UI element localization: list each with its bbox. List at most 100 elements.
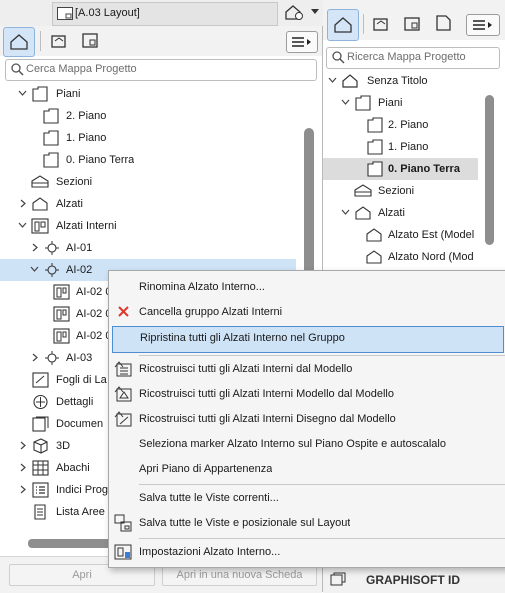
tree-item-dettagli[interactable]: Dettagli	[0, 391, 108, 413]
tree-label: AI-02	[66, 264, 93, 276]
left-project-map-button[interactable]	[3, 27, 35, 57]
tree-label: 0. Piano Terra	[66, 154, 135, 166]
menu-item-label: Rinomina Alzato Interno...	[139, 281, 265, 293]
tree-label: Alzati Interni	[56, 220, 117, 232]
menu-item-label: Ricostruisci tutti gli Alzati Interni da…	[139, 363, 353, 375]
cube-3d-icon	[33, 438, 48, 454]
chevron-down-icon[interactable]	[311, 9, 319, 15]
menu-item-ricostruisci-disegno[interactable]: Ricostruisci tutti gli Alzati Interni Di…	[109, 407, 505, 432]
menu-item-seleziona-marker[interactable]: Seleziona marker Alzato Interno sul Pian…	[109, 432, 505, 457]
tree-item-alzati[interactable]: Alzati	[0, 193, 300, 215]
elevation-icon	[355, 206, 371, 220]
chevron-down-icon	[341, 99, 350, 105]
story-icon	[43, 152, 59, 168]
tree-item-ai-02-c[interactable]: AI-02 0	[0, 325, 108, 347]
tree-item-ai-02-a[interactable]: AI-02 0	[0, 281, 108, 303]
document-icon	[32, 416, 49, 432]
right-search-field[interactable]: Ricerca Mappa Progetto	[326, 47, 500, 69]
right-tree-item-1-piano[interactable]: 1. Piano	[323, 136, 505, 158]
menu-item-salva-viste[interactable]: Salva tutte le Viste correnti...	[109, 486, 505, 511]
story-icon	[367, 161, 383, 177]
tree-label: Documen	[56, 418, 104, 430]
tree-item-sezioni[interactable]: Sezioni	[0, 171, 300, 193]
menu-item-label: Apri Piano di Appartenenza	[139, 463, 273, 475]
right-tree-label: Piani	[378, 97, 403, 109]
right-toolbar-sep	[363, 14, 364, 34]
left-search-placeholder: Cerca Mappa Progetto	[26, 63, 137, 75]
menu-item-ripristina[interactable]: Ripristina tutti gli Alzati Interno nel …	[112, 326, 504, 353]
tree-item-0-piano-terra[interactable]: 0. Piano Terra	[0, 149, 300, 171]
view-map-icon[interactable]	[51, 33, 71, 49]
elevation-marker-icon	[45, 241, 59, 255]
right-search-placeholder: Ricerca Mappa Progetto	[347, 51, 466, 63]
graphisoft-id[interactable]: GRAPHISOFT ID	[366, 573, 460, 587]
view-map-icon[interactable]	[373, 16, 393, 32]
tree-item-ai-03[interactable]: AI-03	[0, 347, 108, 369]
tree-item-piani[interactable]: Piani	[0, 83, 300, 105]
menu-item-impostazioni[interactable]: Impostazioni Alzato Interno...	[109, 540, 505, 565]
right-tree-item-senza-titolo[interactable]: Senza Titolo	[323, 70, 505, 92]
right-tree-label: 0. Piano Terra	[388, 163, 460, 175]
section-icon	[31, 175, 49, 188]
left-hscrollbar-thumb[interactable]	[28, 539, 113, 548]
left-search-field[interactable]: Cerca Mappa Progetto	[5, 59, 317, 81]
window-icon[interactable]	[330, 572, 346, 586]
schedule-icon	[32, 460, 49, 476]
rebuild-model-icon	[114, 386, 132, 402]
right-tree-label: Alzato Est (Model	[388, 229, 475, 241]
tree-item-3d[interactable]: 3D	[0, 435, 108, 457]
menu-item-ricostruisci-modello-dal-modello[interactable]: Ricostruisci tutti gli Alzati Interni Mo…	[109, 382, 505, 407]
search-icon	[11, 63, 24, 76]
tree-label: AI-01	[66, 242, 93, 254]
story-icon	[367, 139, 383, 155]
tree-item-ai-01[interactable]: AI-01	[0, 237, 300, 259]
right-tree-item-0-piano-terra[interactable]: 0. Piano Terra	[323, 158, 478, 180]
tree-item-1-piano[interactable]: 1. Piano	[0, 127, 300, 149]
save-to-layout-icon	[114, 514, 132, 532]
layout-book-icon[interactable]	[82, 32, 102, 50]
tree-item-lista-aree[interactable]: Lista Aree	[0, 501, 108, 523]
navigator-icon[interactable]	[284, 4, 306, 22]
chevron-down-icon	[328, 77, 337, 83]
menu-item-salva-viste-layout[interactable]: Salva tutte le Viste e posizionale sul L…	[109, 511, 505, 536]
right-scrollbar-thumb[interactable]	[485, 95, 494, 245]
tree-item-abachi[interactable]: Abachi	[0, 457, 108, 479]
right-options-button[interactable]	[466, 14, 500, 36]
right-tree-label: Alzato Nord (Mod	[388, 251, 474, 263]
layout-book-icon[interactable]	[404, 16, 424, 32]
menu-item-label: Ricostruisci tutti gli Alzati Interni Mo…	[139, 388, 394, 400]
right-tree-item-2-piano[interactable]: 2. Piano	[323, 114, 505, 136]
layout-tab[interactable]: [A.03 Layout]	[52, 2, 278, 26]
tree-item-fogli-di-lavoro[interactable]: Fogli di La	[0, 369, 108, 391]
tree-item-documenti[interactable]: Documen	[0, 413, 108, 435]
menu-item-ricostruisci-modello[interactable]: Ricostruisci tutti gli Alzati Interni da…	[109, 357, 505, 382]
tree-item-alzati-interni[interactable]: Alzati Interni	[0, 215, 300, 237]
tree-label: Fogli di La	[56, 374, 107, 386]
tree-label: AI-02 0	[76, 330, 108, 342]
right-tree-label: Sezioni	[378, 185, 415, 197]
menu-item-label: Ripristina tutti gli Alzati Interno nel …	[140, 332, 345, 344]
menu-item-cancella-gruppo[interactable]: Cancella gruppo Alzati Interni	[109, 300, 505, 325]
right-tree-item-alzato-est[interactable]: Alzato Est (Model	[323, 224, 479, 246]
tree-item-indici-progetto[interactable]: Indici Prog	[0, 479, 108, 501]
right-tree-label: Senza Titolo	[367, 75, 428, 87]
tree-item-2-piano[interactable]: 2. Piano	[0, 105, 300, 127]
tree-item-ai-02-b[interactable]: AI-02 0	[0, 303, 108, 325]
right-tree-item-piani[interactable]: Piani	[323, 92, 505, 114]
chevron-right-icon	[32, 353, 38, 362]
elevation-icon	[366, 228, 382, 242]
right-tree-label: 2. Piano	[388, 119, 429, 131]
right-tree-item-sezioni[interactable]: Sezioni	[323, 180, 505, 202]
elevation-icon	[366, 250, 382, 264]
menu-separator	[139, 538, 505, 539]
menu-item-apri-piano[interactable]: Apri Piano di Appartenenza	[109, 457, 505, 482]
right-project-map-button[interactable]	[327, 9, 359, 41]
right-tree-item-alzato-nord[interactable]: Alzato Nord (Mod	[323, 246, 479, 268]
left-options-button[interactable]	[286, 31, 318, 53]
rebuild-icon	[114, 361, 132, 377]
menu-item-label: Cancella gruppo Alzati Interni	[139, 306, 283, 318]
publisher-icon[interactable]	[434, 14, 454, 32]
menu-item-rinomina[interactable]: Rinomina Alzato Interno...	[109, 275, 505, 300]
tree-label: AI-03	[66, 352, 93, 364]
right-tree-item-alzati[interactable]: Alzati	[323, 202, 505, 224]
